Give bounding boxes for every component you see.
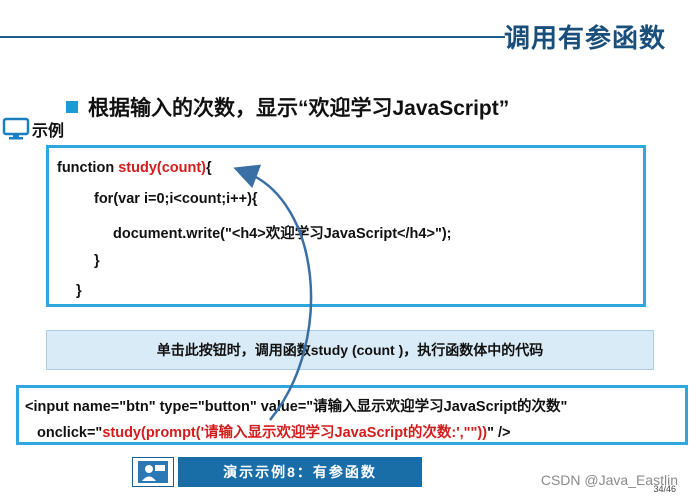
- call-arrow: [233, 164, 313, 421]
- page-number: 34/46: [653, 484, 676, 494]
- presenter-icon: [132, 457, 174, 487]
- demo-button[interactable]: 演示示例8：有参函数: [132, 457, 422, 487]
- demo-button-label: 演示示例8：有参函数: [178, 457, 422, 487]
